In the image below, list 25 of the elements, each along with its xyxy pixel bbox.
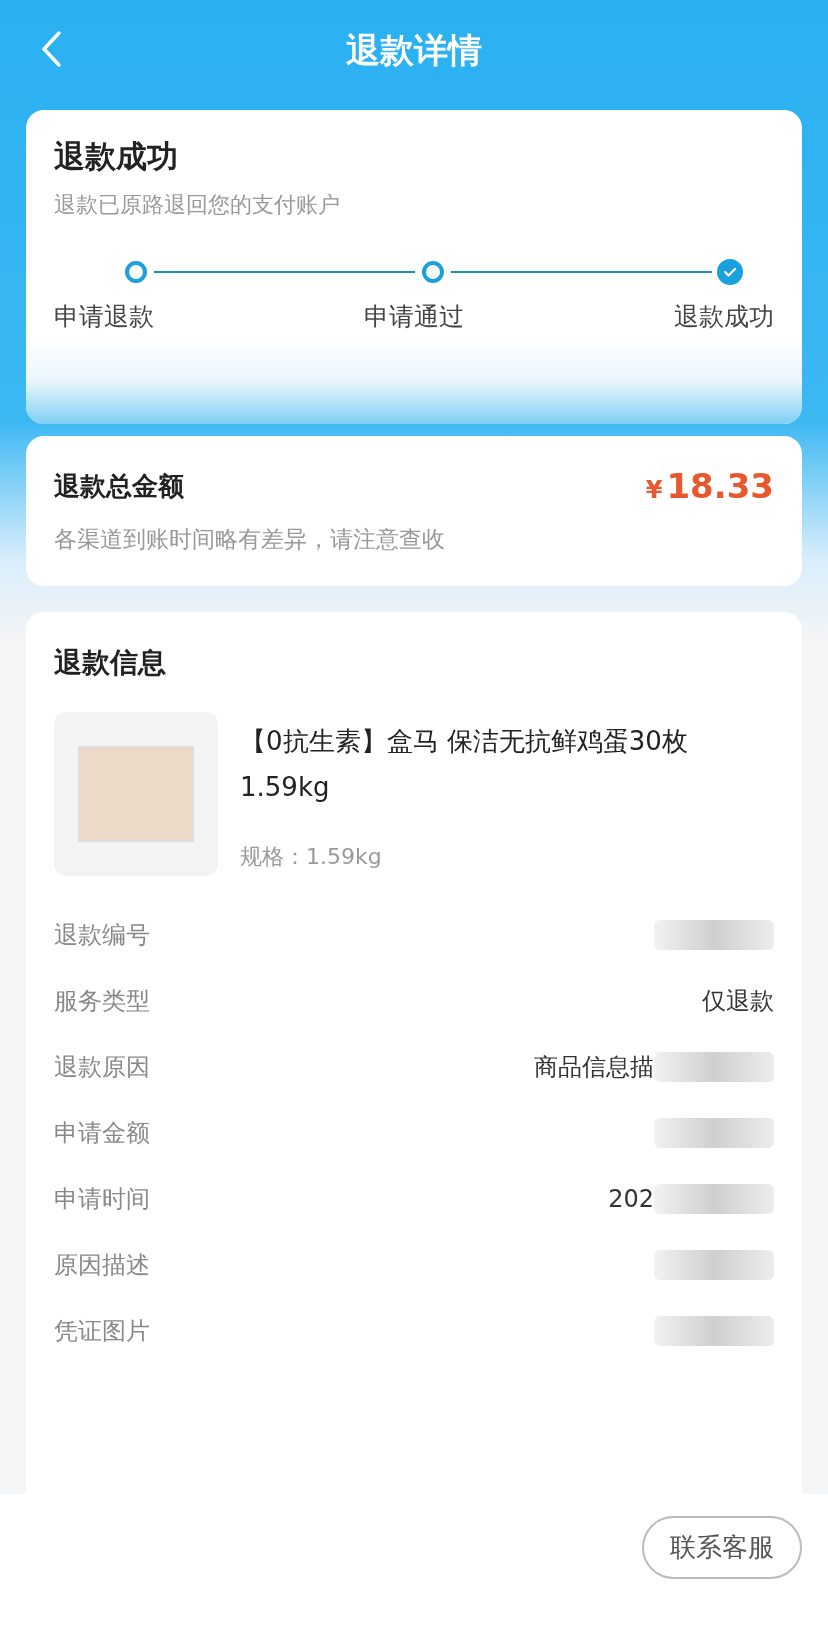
info-value: 仅退款 [702, 985, 774, 1017]
info-title: 退款信息 [54, 645, 167, 681]
status-subtitle: 退款已原路退回您的支付账户 [54, 191, 341, 219]
info-label: 退款原因 [54, 1051, 150, 1083]
refund-amount: 18.33 [666, 466, 774, 506]
amount-label: 退款总金额 [54, 469, 184, 503]
back-icon[interactable] [40, 30, 62, 68]
info-value: 202 [608, 1184, 654, 1213]
info-label: 申请时间 [54, 1183, 150, 1215]
amount-note: 各渠道到账时间略有差异，请注意查收 [54, 525, 446, 554]
info-value: 商品信息描 [534, 1051, 654, 1083]
currency-symbol: ¥ [645, 476, 663, 504]
info-label: 原因描述 [54, 1249, 150, 1281]
info-label: 申请金额 [54, 1117, 150, 1149]
contact-support-button[interactable]: 联系客服 [642, 1516, 802, 1579]
info-label: 凭证图片 [54, 1315, 150, 1347]
step-label: 退款成功 [674, 301, 774, 333]
product-spec: 规格：1.59kg [240, 843, 383, 871]
step-label: 申请通过 [364, 301, 464, 333]
page-title: 退款详情 [346, 29, 482, 72]
info-label: 服务类型 [54, 985, 150, 1017]
status-title: 退款成功 [54, 137, 179, 176]
step-label: 申请退款 [54, 301, 154, 333]
info-label: 退款编号 [54, 919, 150, 951]
product-name: 【0抗生素】盒马 保洁无抗鲜鸡蛋30枚 1.59kg [240, 725, 689, 804]
